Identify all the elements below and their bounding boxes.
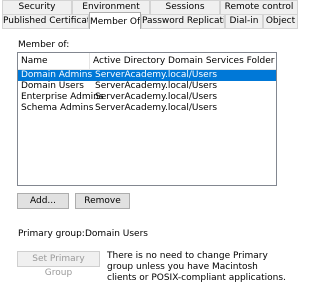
row-name: Domain Admins xyxy=(21,70,93,80)
tab-password-replication[interactable]: Password Replication xyxy=(141,14,225,28)
list-row[interactable]: Domain Admins ServerAcademy.local/Users xyxy=(18,70,276,81)
tab-remote-control[interactable]: Remote control xyxy=(220,0,298,14)
set-primary-group-button: Set Primary Group xyxy=(17,251,100,278)
list-header: Name Active Directory Domain Services Fo… xyxy=(18,53,276,70)
row-folder: ServerAcademy.local/Users xyxy=(95,103,218,113)
add-button[interactable]: Add... xyxy=(17,193,69,209)
list-row[interactable]: Enterprise Admins ServerAcademy.local/Us… xyxy=(18,92,276,103)
primary-group-value: Domain Users xyxy=(85,229,148,239)
tab-published-certificates[interactable]: Published Certificates xyxy=(2,14,89,28)
tab-object[interactable]: Object xyxy=(263,14,298,28)
tab-member-of[interactable]: Member Of xyxy=(89,12,141,29)
row-name: Domain Users xyxy=(21,81,84,91)
primary-group-label: Primary group: xyxy=(18,229,85,239)
tab-strip-row-2: Published Certificates Member Of Passwor… xyxy=(0,12,300,29)
column-header-folder[interactable]: Active Directory Domain Services Folder xyxy=(90,53,276,69)
row-folder: ServerAcademy.local/Users xyxy=(95,81,218,91)
tab-security[interactable]: Security xyxy=(2,0,72,14)
list-row[interactable]: Schema Admins ServerAcademy.local/Users xyxy=(18,103,276,114)
tab-strip-row-1: Security Environment Sessions Remote con… xyxy=(0,0,300,14)
tab-sessions[interactable]: Sessions xyxy=(150,0,220,14)
tab-dial-in[interactable]: Dial-in xyxy=(225,14,263,28)
row-folder: ServerAcademy.local/Users xyxy=(95,70,218,80)
primary-group-note: There is no need to change Primary group… xyxy=(107,251,286,283)
remove-button[interactable]: Remove xyxy=(75,193,130,209)
list-row[interactable]: Domain Users ServerAcademy.local/Users xyxy=(18,81,276,92)
column-header-name[interactable]: Name xyxy=(18,53,90,69)
row-name: Schema Admins xyxy=(21,103,94,113)
member-of-list[interactable]: Name Active Directory Domain Services Fo… xyxy=(17,52,277,186)
row-folder: ServerAcademy.local/Users xyxy=(95,92,218,102)
row-name: Enterprise Admins xyxy=(21,92,104,102)
member-of-label: Member of: xyxy=(18,40,70,50)
